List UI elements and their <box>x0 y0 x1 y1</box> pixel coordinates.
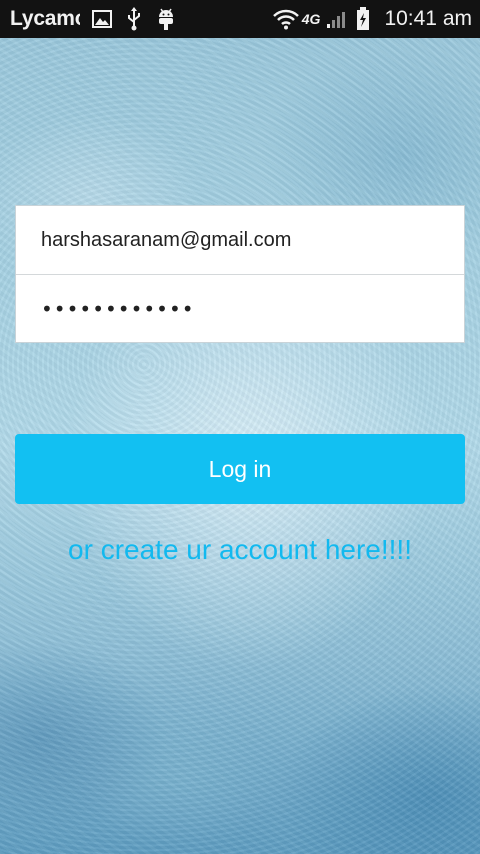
status-bar: Lycamo 4G 10:41 am <box>0 0 480 38</box>
network-type-label: 4G <box>301 11 321 27</box>
android-debug-icon <box>156 0 176 38</box>
usb-icon <box>126 0 142 38</box>
login-form: •••••••••••• <box>15 205 465 343</box>
status-clock: 10:41 am <box>384 7 472 30</box>
carrier-name: Lycamo <box>10 7 80 30</box>
email-field-row <box>16 206 464 274</box>
password-field-row[interactable]: •••••••••••• <box>16 274 464 342</box>
password-input[interactable]: •••••••••••• <box>41 299 195 319</box>
system-icons: 4G 10:41 am <box>272 0 472 38</box>
create-account-link[interactable]: or create ur account here!!!! <box>0 534 480 566</box>
notification-icons <box>92 0 176 38</box>
login-button[interactable]: Log in <box>15 434 465 504</box>
battery-charging-icon <box>356 0 370 38</box>
gallery-icon <box>92 0 112 38</box>
signal-icon <box>326 0 350 38</box>
wifi-icon <box>272 0 300 38</box>
email-input[interactable] <box>41 228 441 252</box>
